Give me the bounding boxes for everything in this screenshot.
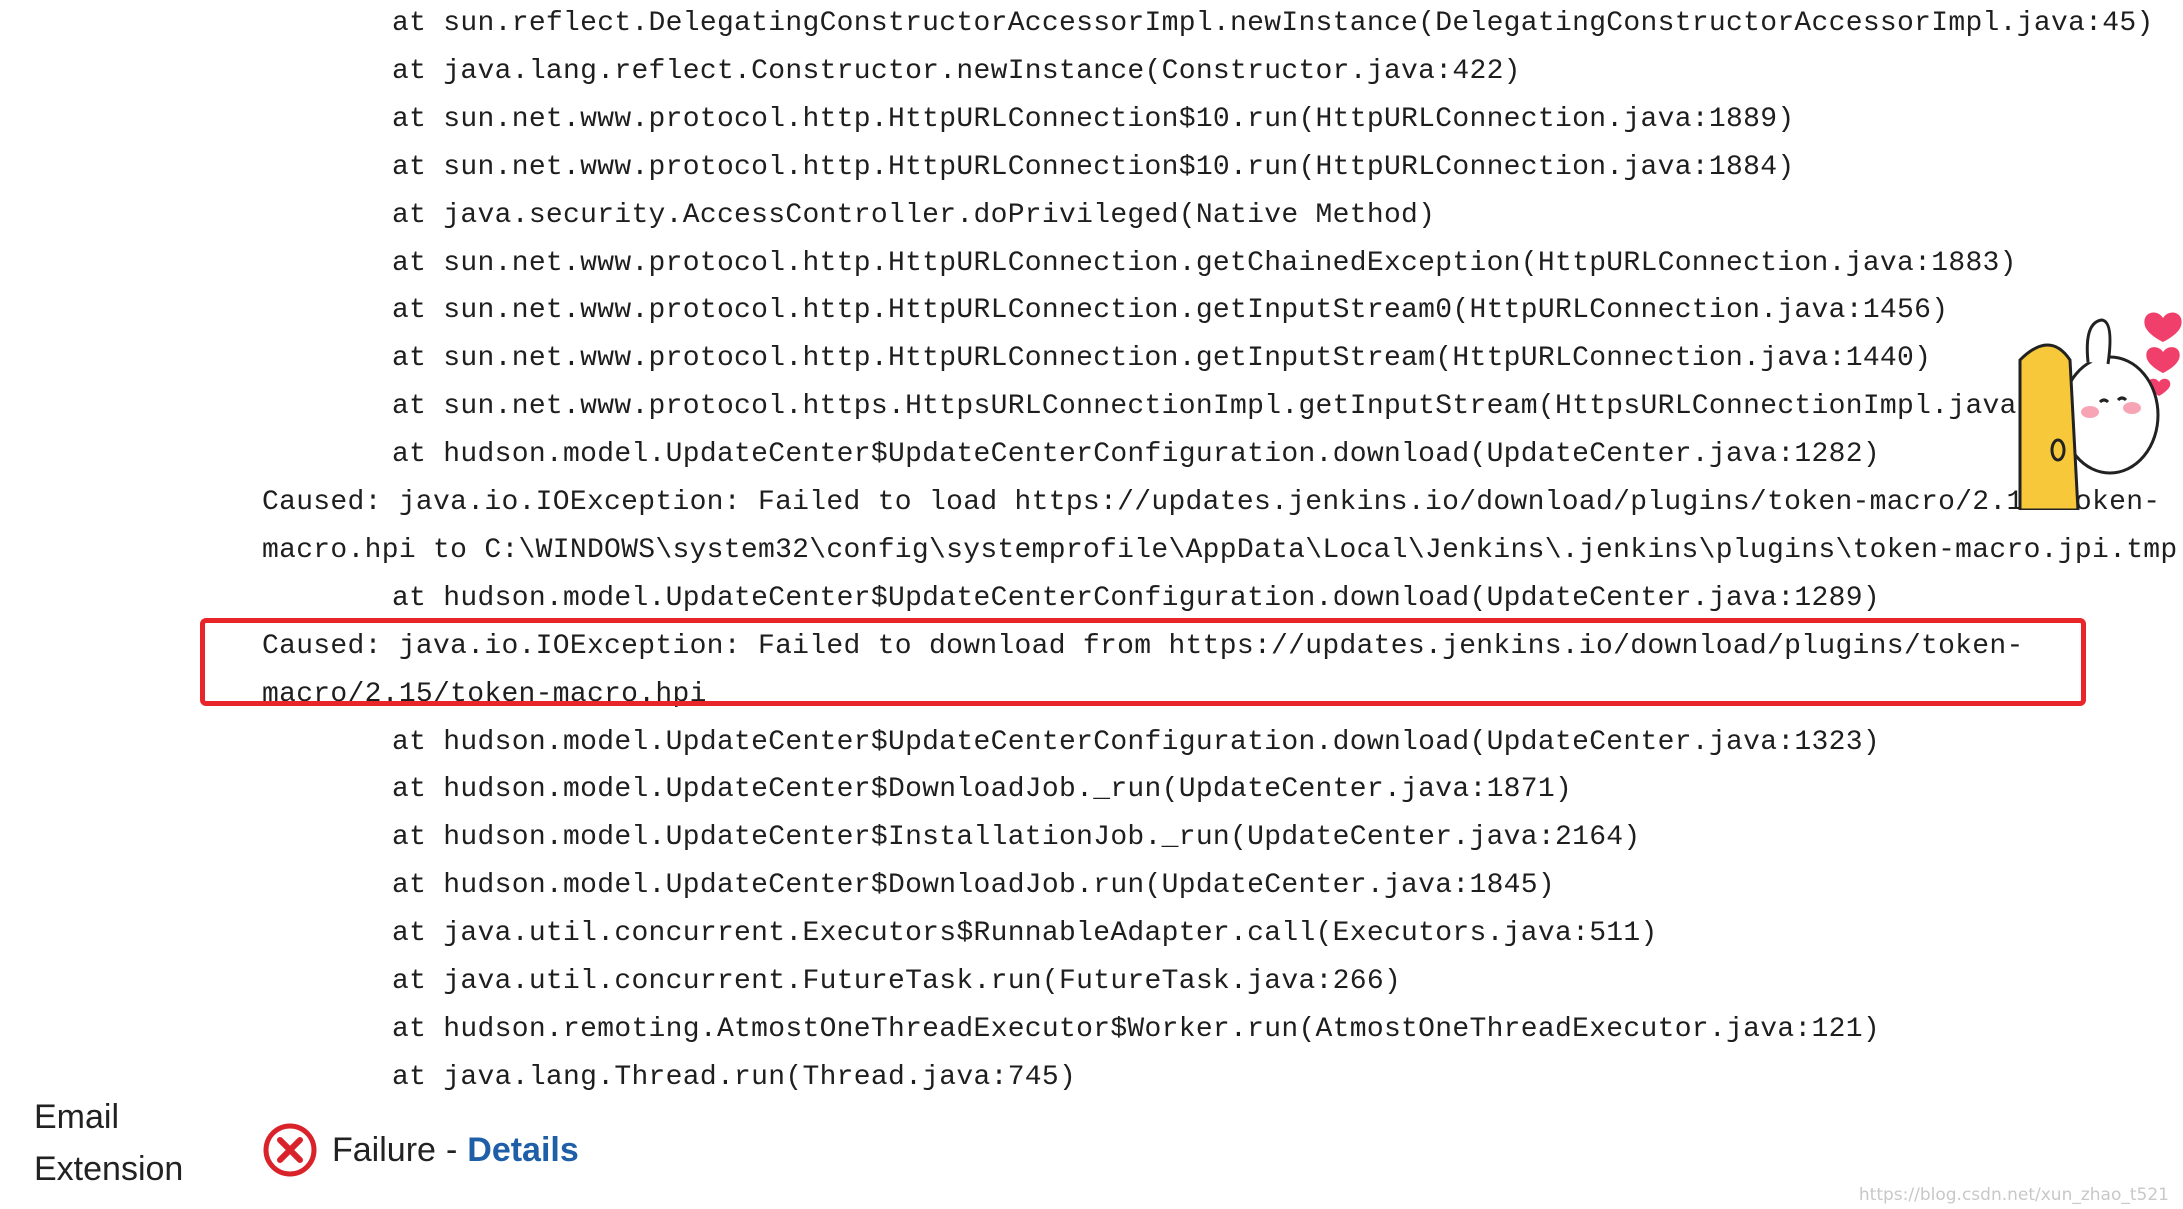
plugin-name-line2: Extension [34,1150,184,1188]
stack-frame-line: at sun.net.www.protocol.http.HttpURLConn… [392,151,1795,183]
status-separator: - [445,1130,458,1169]
stack-frame-line: at java.util.concurrent.FutureTask.run(F… [392,966,1402,997]
caused-by-line: Caused: java.io.IOException: Failed to l… [262,487,2161,518]
stack-frame-line: at java.lang.reflect.Constructor.newInst… [392,55,1521,87]
stack-frame-line: at java.util.concurrent.Executors$Runnab… [392,918,1658,950]
stack-frame-line: at hudson.model.UpdateCenter$UpdateCente… [392,582,1880,614]
stack-frame-line: at sun.net.www.protocol.http.HttpURLConn… [392,343,1932,375]
stack-frame-line: at hudson.model.UpdateCenter$UpdateCente… [392,439,1880,471]
stack-frame-line: at hudson.remoting.AtmostOneThreadExecut… [392,1013,1880,1045]
details-link[interactable]: Details [467,1131,579,1170]
status-text: Failure [332,1130,436,1169]
bunny-sticker-image [2018,312,2182,510]
stack-frame-line: at java.security.AccessController.doPriv… [392,199,1436,231]
stack-frame-line: at sun.reflect.DelegatingConstructorAcce… [392,8,2154,39]
stack-frame-line: at hudson.model.UpdateCenter$DownloadJob… [392,870,1555,902]
stack-frame-line: at sun.net.www.protocol.http.HttpURLConn… [392,295,1949,327]
caused-by-line: macro.hpi to C:\WINDOWS\system32\config\… [262,534,2178,566]
stack-frame-line: at sun.net.www.protocol.http.HttpURLConn… [392,103,1795,135]
highlight-annotation-box [200,618,2086,706]
stack-frame-line: at hudson.model.UpdateCenter$Installatio… [392,822,1641,854]
install-status: Failure - Details [262,1120,579,1180]
plugin-name-line1: Email [34,1098,120,1136]
stack-frame-line: at sun.net.www.protocol.http.HttpURLConn… [392,247,2017,279]
stack-frame-line: at java.lang.Thread.run(Thread.java:745) [392,1061,1077,1093]
stack-frame-line: at hudson.model.UpdateCenter$UpdateCente… [392,726,1880,758]
stack-frame-line: at sun.net.www.protocol.https.HttpsURLCo… [392,391,2051,423]
stack-frame-line: at hudson.model.UpdateCenter$DownloadJob… [392,774,1573,806]
watermark: https://blog.csdn.net/xun_zhao_t521 [1858,1185,2169,1205]
error-circle-x-icon [263,1123,317,1177]
